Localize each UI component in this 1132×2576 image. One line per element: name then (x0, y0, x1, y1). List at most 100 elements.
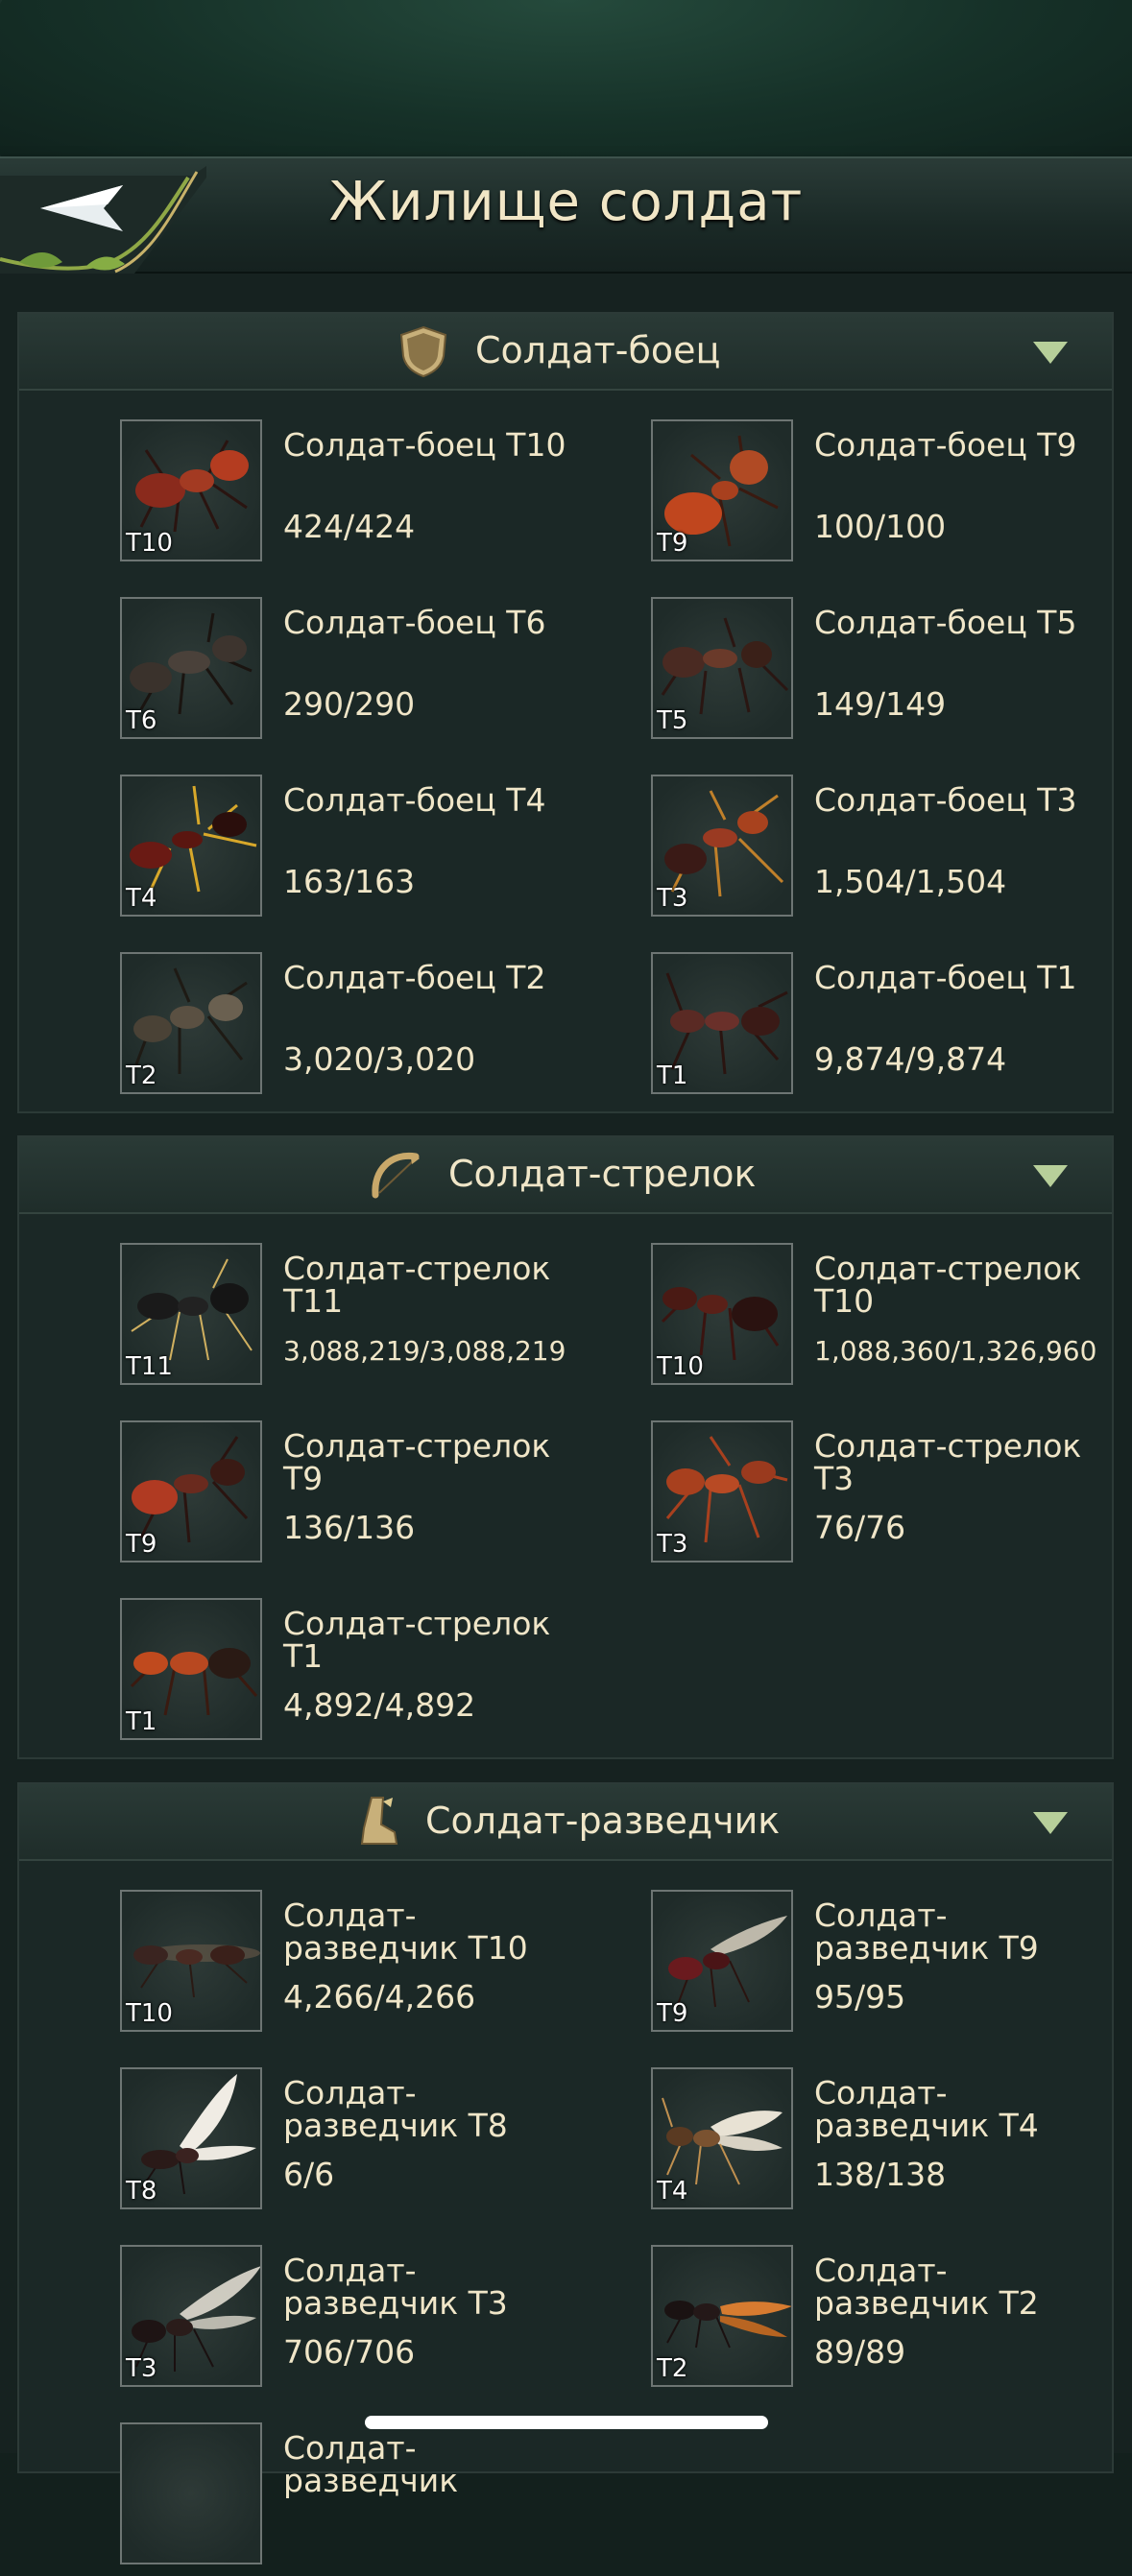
unit-card[interactable]: T3 Солдат-боец T3 1,504/1,504 (550, 775, 1076, 928)
section-title: Солдат-боец (475, 329, 721, 371)
unit-card[interactable]: T10 Солдат-стрелок T10 1,088,360/1,326,9… (550, 1243, 1096, 1396)
ant-image: T6 (120, 597, 262, 739)
tier-label: T5 (657, 706, 688, 735)
tier-label: T1 (657, 1061, 688, 1090)
unit-name: Солдат-боец T9 (814, 426, 1077, 464)
unit-card[interactable]: T1 Солдат-стрелок T1 4,892/4,892 (19, 1598, 550, 1752)
unit-count: 290/290 (283, 685, 416, 723)
section-header-archer[interactable]: Солдат-стрелок (19, 1137, 1112, 1214)
unit-count: 76/76 (814, 1509, 906, 1546)
unit-name: Солдат-стрелок T9 (283, 1427, 551, 1497)
page-title: Жилище солдат (328, 171, 804, 233)
unit-name: Солдат-разведчик T4 (814, 2074, 1039, 2144)
unit-count: 95/95 (814, 1978, 906, 2015)
ant-image: T10 (120, 419, 262, 561)
ant-image: T4 (651, 2067, 793, 2209)
unit-name: Солдат-боец T3 (814, 781, 1077, 819)
section-title: Солдат-стрелок (448, 1153, 757, 1195)
unit-card[interactable]: T9 Солдат-стрелок T9 136/136 (19, 1420, 550, 1574)
unit-name: Солдат-стрелок T1 (283, 1605, 551, 1675)
unit-name: Солдат-боец T1 (814, 959, 1077, 996)
bow-icon (372, 1152, 420, 1199)
unit-card[interactable]: T6 Солдат-боец T6 290/290 (19, 597, 545, 751)
unit-name: Солдат-боец T10 (283, 426, 566, 464)
unit-count: 1,088,360/1,326,960 (814, 1335, 1097, 1367)
unit-name: Солдат-стрелок T3 (814, 1427, 1082, 1497)
unit-card[interactable]: T2 Солдат-разведчик T2 89/89 (550, 2245, 1069, 2398)
unit-count: 136/136 (283, 1509, 416, 1546)
unit-name: Солдат-боец T6 (283, 604, 546, 641)
unit-name: Солдат-боец T5 (814, 604, 1077, 641)
top-background (0, 0, 1132, 158)
tier-label: T9 (657, 1999, 688, 2028)
tier-label: T4 (126, 884, 157, 913)
tier-label: T1 (126, 1707, 157, 1736)
unit-card[interactable]: T9 Солдат-боец T9 100/100 (550, 419, 1076, 573)
unit-name: Солдат-разведчик T10 (283, 1896, 528, 1967)
unit-card[interactable]: T11 Солдат-стрелок T11 3,088,219/3,088,2… (19, 1243, 566, 1396)
tier-label: T2 (657, 2354, 688, 2383)
ant-image: T9 (651, 419, 793, 561)
unit-card[interactable]: Солдат-разведчик (19, 2422, 538, 2576)
unit-count: 4,892/4,892 (283, 1686, 476, 1724)
tier-label: T4 (657, 2177, 688, 2206)
home-indicator[interactable] (365, 2416, 768, 2429)
unit-name: Солдат-стрелок T11 (283, 1250, 551, 1320)
unit-count: 89/89 (814, 2333, 906, 2371)
unit-count: 100/100 (814, 508, 947, 545)
unit-count: 706/706 (283, 2333, 416, 2371)
unit-card[interactable]: T4 Солдат-разведчик T4 138/138 (550, 2067, 1069, 2221)
unit-name: Солдат-разведчик T3 (283, 2252, 508, 2322)
unit-name: Солдат-боец T4 (283, 781, 546, 819)
section-header-fighter[interactable]: Солдат-боец (19, 314, 1112, 391)
ant-image: T5 (651, 597, 793, 739)
shield-icon (399, 325, 447, 378)
ant-image: T2 (120, 952, 262, 1094)
section-title: Солдат-разведчик (425, 1800, 781, 1842)
content-area: Солдат-боец T10 Солдат-боец T10 424/424 … (0, 274, 1132, 2564)
tier-label: T10 (657, 1352, 704, 1381)
unit-card[interactable]: T5 Солдат-боец T5 149/149 (550, 597, 1076, 751)
section-fighter: Солдат-боец T10 Солдат-боец T10 424/424 … (17, 312, 1114, 1113)
tier-label: T10 (126, 1999, 173, 2028)
unit-count: 424/424 (283, 508, 416, 545)
unit-card[interactable]: T3 Солдат-стрелок T3 76/76 (550, 1420, 1081, 1574)
unit-name: Солдат-разведчик T2 (814, 2252, 1039, 2322)
unit-card[interactable]: T3 Солдат-разведчик T3 706/706 (19, 2245, 538, 2398)
unit-count: 9,874/9,874 (814, 1040, 1007, 1078)
unit-count: 149/149 (814, 685, 947, 723)
unit-card[interactable]: T1 Солдат-боец T1 9,874/9,874 (550, 952, 1076, 1106)
ant-image: T1 (120, 1598, 262, 1740)
unit-card[interactable]: T2 Солдат-боец T2 3,020/3,020 (19, 952, 545, 1106)
unit-count: 138/138 (814, 2156, 947, 2193)
tier-label: T6 (126, 706, 157, 735)
section-header-scout[interactable]: Солдат-разведчик (19, 1784, 1112, 1861)
unit-name: Солдат-боец T2 (283, 959, 546, 996)
tier-label: T3 (657, 1530, 688, 1559)
unit-name: Солдат-разведчик T8 (283, 2074, 508, 2144)
unit-card[interactable]: T9 Солдат-разведчик T9 95/95 (550, 1890, 1069, 2043)
tier-label: T10 (126, 529, 173, 558)
chevron-down-icon (1033, 1165, 1068, 1187)
unit-count: 4,266/4,266 (283, 1978, 476, 2015)
section-scout: Солдат-разведчик T10 Солдат-разведчик T1… (17, 1782, 1114, 2564)
unit-count: 3,020/3,020 (283, 1040, 476, 1078)
unit-count: 1,504/1,504 (814, 863, 1007, 900)
tier-label: T11 (126, 1352, 173, 1381)
section-archer: Солдат-стрелок T11 Солдат-стрелок T11 3,… (17, 1135, 1114, 1759)
unit-card[interactable]: T4 Солдат-боец T4 163/163 (19, 775, 545, 928)
unit-card[interactable]: T10 Солдат-боец T10 424/424 (19, 419, 566, 573)
tier-label: T3 (126, 2354, 157, 2383)
unit-card[interactable]: T10 Солдат-разведчик T10 4,266/4,266 (19, 1890, 538, 2043)
ant-image: T10 (651, 1243, 793, 1385)
ant-image: T3 (651, 775, 793, 917)
unit-name: Солдат-разведчик (283, 2429, 459, 2499)
ant-image: T4 (120, 775, 262, 917)
ant-image: T9 (651, 1890, 793, 2032)
unit-count: 6/6 (283, 2156, 335, 2193)
tier-label: T3 (657, 884, 688, 913)
tier-label: T9 (657, 529, 688, 558)
unit-card[interactable]: T8 Солдат-разведчик T8 6/6 (19, 2067, 538, 2221)
ant-image: T11 (120, 1243, 262, 1385)
boot-icon (360, 1797, 398, 1845)
